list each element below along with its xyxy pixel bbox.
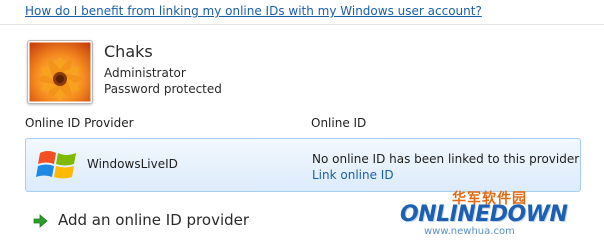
divider (0, 24, 604, 25)
windows-logo-icon (36, 151, 76, 179)
column-header-online-id: Online ID (311, 116, 367, 130)
link-online-id-link[interactable]: Link online ID (312, 168, 394, 182)
benefit-help-link[interactable]: How do I benefit from linking my online … (25, 4, 482, 18)
watermark-brand-text: ONLINEDOWN (400, 202, 568, 227)
link-status-text: No online ID has been linked to this pro… (312, 152, 580, 166)
user-avatar (27, 40, 93, 104)
onlinedown-watermark: 华军软件园 ONLINEDOWN www.newhua.com (400, 188, 598, 240)
column-header-provider: Online ID Provider (25, 116, 134, 130)
user-protection-status: Password protected (104, 82, 222, 96)
user-role: Administrator (104, 66, 186, 80)
user-name: Chaks (104, 42, 153, 61)
provider-row-windowslive[interactable]: WindowsLiveID No online ID has been link… (25, 138, 581, 192)
green-arrow-icon (33, 214, 48, 228)
orange-flower-icon (28, 41, 92, 103)
provider-name: WindowsLiveID (87, 157, 178, 171)
watermark-url-text: www.newhua.com (424, 226, 515, 237)
add-provider-label: Add an online ID provider (58, 211, 250, 229)
